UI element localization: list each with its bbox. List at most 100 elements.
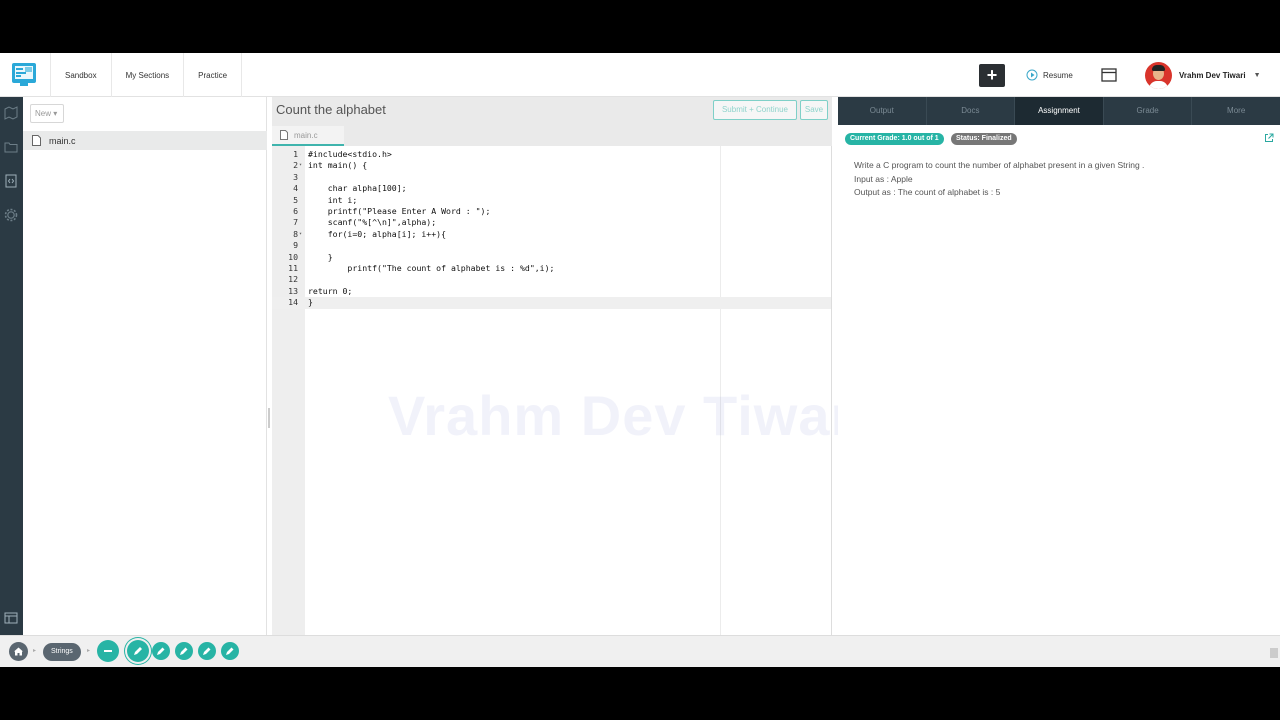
gear-icon[interactable]	[4, 208, 18, 222]
line-number: 6	[293, 206, 298, 216]
step-current[interactable]	[127, 640, 149, 662]
description-line: Write a C program to count the number of…	[854, 160, 1145, 170]
nav-link-my-sections[interactable]: My Sections	[112, 53, 185, 97]
step-exercise[interactable]	[198, 642, 216, 660]
resize-handle[interactable]	[268, 408, 270, 428]
nav-links: Sandbox My Sections Practice	[50, 53, 243, 97]
minus-icon	[104, 650, 112, 652]
code-line[interactable]: 10 }	[272, 252, 831, 263]
folder-icon[interactable]	[4, 140, 18, 154]
new-file-button[interactable]: New ▾	[30, 104, 64, 123]
grade-badge: Current Grade: 1.0 out of 1	[845, 133, 944, 145]
code-line[interactable]: 5 int i;	[272, 195, 831, 206]
description-line: Output as : The count of alphabet is : 5	[854, 187, 1001, 197]
file-name: main.c	[49, 135, 76, 146]
step-intro[interactable]	[97, 640, 119, 662]
user-name: Vrahm Dev Tiwari	[1179, 71, 1246, 80]
pencil-icon	[134, 647, 142, 655]
nav-link-practice[interactable]: Practice	[184, 53, 243, 97]
code-line[interactable]: 4 char alpha[100];	[272, 183, 831, 194]
new-file-label: New	[35, 109, 52, 118]
pencil-icon	[180, 647, 188, 655]
line-number: 2	[293, 160, 298, 171]
code-line[interactable]: 11 printf("The count of alphabet is : %d…	[272, 263, 831, 274]
top-navigation: Sandbox My Sections Practice + Resume Vr…	[0, 53, 1280, 97]
line-number: 11	[288, 263, 298, 273]
nav-link-sandbox[interactable]: Sandbox	[50, 53, 112, 97]
code-text: int main() {	[308, 160, 368, 171]
code-line[interactable]: 13 return 0;	[272, 286, 831, 297]
code-line[interactable]: 8 ▾ for(i=0; alpha[i]; i++){	[272, 229, 831, 240]
code-text: for(i=0; alpha[i]; i++){	[308, 228, 447, 239]
step-exercise[interactable]	[175, 642, 193, 660]
step-exercise[interactable]	[152, 642, 170, 660]
step-exercise[interactable]	[221, 642, 239, 660]
save-button[interactable]: Save	[800, 100, 828, 120]
description-line: Input as : Apple	[854, 173, 913, 184]
code-text: return 0;	[308, 285, 353, 296]
layout-icon[interactable]	[1101, 68, 1117, 82]
tab-grade[interactable]: Grade	[1104, 97, 1193, 125]
tab-label: main.c	[294, 130, 318, 140]
add-button[interactable]: +	[979, 64, 1005, 87]
code-line[interactable]: 9	[272, 240, 831, 251]
line-number: 10	[288, 251, 298, 262]
fold-arrow-icon[interactable]: ▾	[299, 160, 302, 171]
pencil-icon	[226, 647, 234, 655]
code-text: printf("The count of alphabet is : %d",i…	[308, 263, 555, 273]
fold-arrow-icon[interactable]: ▾	[299, 229, 302, 240]
code-line[interactable]: 12	[272, 274, 831, 285]
file-icon	[32, 135, 41, 146]
panel-toggle-icon[interactable]	[4, 611, 18, 625]
resume-label: Resume	[1043, 70, 1073, 80]
code-editor: Count the alphabet Submit + Continue Sav…	[272, 97, 832, 635]
external-link-icon[interactable]	[1264, 133, 1274, 143]
chevron-right-icon: ▸	[87, 648, 91, 654]
pencil-icon	[203, 647, 211, 655]
tab-main-c[interactable]: main.c	[272, 126, 344, 146]
line-number: 4	[293, 183, 298, 194]
file-item-main-c[interactable]: main.c	[23, 131, 267, 150]
code-text: char alpha[100];	[308, 183, 407, 194]
tab-docs[interactable]: Docs	[927, 97, 1016, 125]
map-icon[interactable]	[4, 106, 18, 120]
code-text: printf("Please Enter A Word : ");	[308, 206, 491, 216]
logo-icon[interactable]	[10, 61, 38, 89]
line-number: 13	[288, 285, 298, 296]
line-number: 1	[293, 149, 298, 159]
submit-continue-button[interactable]: Submit + Continue	[713, 100, 797, 120]
line-number: 9	[293, 240, 298, 251]
code-file-icon[interactable]	[4, 174, 18, 188]
code-line[interactable]: 1 #include<stdio.h>	[272, 149, 831, 160]
resume-button[interactable]: Resume	[1026, 69, 1073, 81]
code-line[interactable]: 6 printf("Please Enter A Word : ");	[272, 206, 831, 217]
tab-assignment[interactable]: Assignment	[1015, 97, 1104, 125]
right-panel: Output Docs Assignment Grade More Curren…	[838, 97, 1280, 635]
play-circle-icon	[1026, 69, 1038, 81]
home-button[interactable]	[9, 642, 28, 661]
code-text: #include<stdio.h>	[308, 149, 392, 159]
user-menu[interactable]: Vrahm Dev Tiwari ▼	[1145, 62, 1261, 89]
editor-header: Count the alphabet Submit + Continue Sav…	[272, 97, 832, 124]
code-line[interactable]: 7 scanf("%[^\n]",alpha);	[272, 217, 831, 228]
bottom-progress-bar: ▸ Strings ▸	[0, 635, 1280, 667]
code-text: }	[308, 297, 313, 308]
right-tabs: Output Docs Assignment Grade More	[838, 97, 1280, 125]
file-panel: New ▾ main.c	[23, 97, 267, 635]
code-line[interactable]: 2 ▾ int main() {	[272, 160, 831, 171]
code-text: int i;	[308, 194, 358, 205]
tab-more[interactable]: More	[1192, 97, 1280, 125]
line-number: 12	[288, 274, 298, 285]
tab-output[interactable]: Output	[838, 97, 927, 125]
code-line[interactable]: 14}	[272, 297, 831, 309]
status-badge: Status: Finalized	[951, 133, 1017, 145]
code-text: }	[308, 251, 333, 262]
code-line[interactable]: 3	[272, 172, 831, 183]
page-title: Count the alphabet	[276, 102, 386, 117]
line-number: 7	[293, 217, 298, 228]
line-number: 8	[293, 228, 298, 239]
scrollbar-handle[interactable]	[1270, 648, 1278, 658]
breadcrumb-strings[interactable]: Strings	[43, 643, 81, 661]
pencil-icon	[157, 647, 165, 655]
code-text: scanf("%[^\n]",alpha);	[308, 217, 437, 228]
